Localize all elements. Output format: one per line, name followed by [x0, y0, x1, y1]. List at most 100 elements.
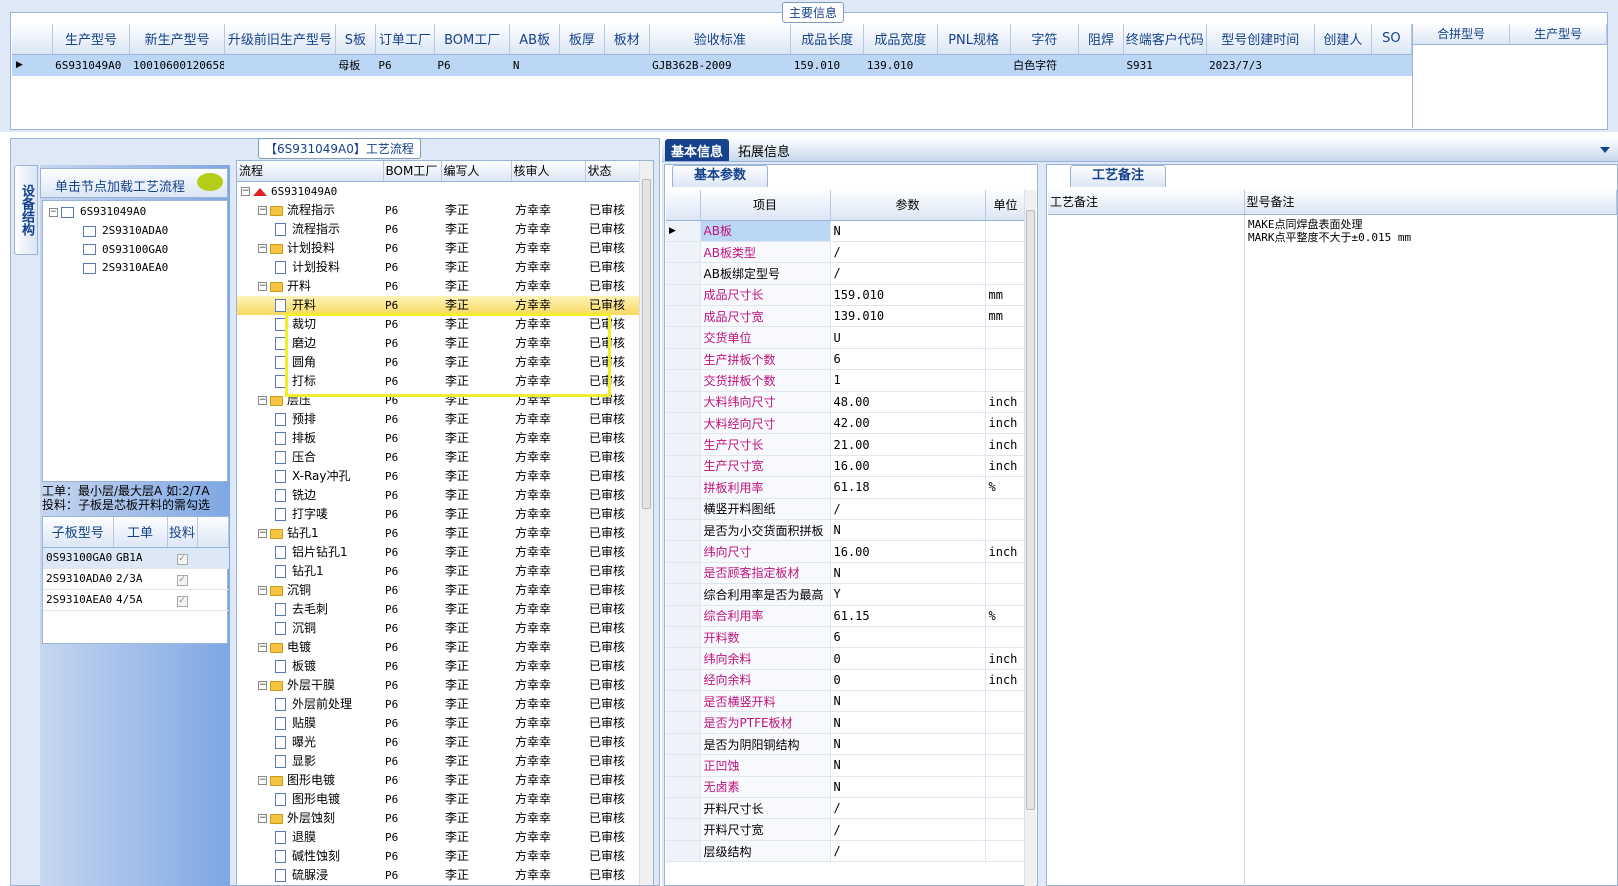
process-step-row[interactable]: 预排 P6 李正 方幸幸 已审核 [237, 410, 641, 429]
param-row[interactable]: 纬向余料 0 inch [666, 647, 1027, 670]
param-row[interactable]: 大料纬向尺寸 48.00 inch [666, 391, 1027, 414]
main-cell[interactable]: S931 [1123, 54, 1206, 76]
tree-col-header[interactable]: 状态 [585, 161, 642, 182]
main-cell[interactable] [1371, 54, 1411, 76]
main-col-header[interactable]: PNL规格 [937, 24, 1011, 55]
process-step-row[interactable]: 打字唛 P6 李正 方幸幸 已审核 [237, 505, 641, 524]
param-row[interactable]: 成品尺寸宽 139.010 mm [666, 305, 1027, 328]
feed-checkbox[interactable]: ✓ [167, 589, 197, 611]
main-cell[interactable] [604, 54, 649, 76]
sub-cell[interactable]: GB1A [113, 547, 167, 569]
process-step-row[interactable]: 板镀 P6 李正 方幸幸 已审核 [237, 657, 641, 676]
param-value[interactable]: 1 [830, 369, 986, 392]
tab-basic-info[interactable]: 基本信息 [665, 139, 730, 161]
main-col-header[interactable]: 成品长度 [790, 24, 865, 55]
param-row[interactable]: 大料经向尺寸 42.00 inch [666, 412, 1027, 435]
process-step-row[interactable]: 外层前处理 P6 李正 方幸幸 已审核 [237, 695, 641, 714]
collapse-icon[interactable]: − [258, 529, 267, 538]
sub-cell[interactable]: 2S9310ADA0 [43, 568, 113, 590]
collapse-icon[interactable]: − [258, 681, 267, 690]
param-value[interactable]: 6 [830, 348, 986, 371]
sub-cell[interactable]: 2/3A [113, 568, 167, 590]
main-cell[interactable] [224, 54, 335, 76]
param-row[interactable]: 拼板利用率 61.18% [666, 476, 1027, 499]
main-col-header[interactable]: AB板 [509, 24, 560, 55]
main-cell[interactable]: P6 [375, 54, 434, 76]
param-value[interactable]: 48.00 [830, 391, 986, 414]
param-value[interactable]: / [830, 262, 986, 285]
sub-col-header[interactable]: 子板型号 [43, 517, 114, 548]
main-col-header[interactable]: 订单工厂 [375, 24, 435, 55]
sub-board-row[interactable]: 2S9310AEA0 4/5A ✓ [43, 589, 229, 611]
param-row[interactable]: 是否为阴阳铜结构 N [666, 733, 1027, 756]
side-tab-equipment[interactable]: 设备结构 [14, 165, 38, 255]
equipment-tree-node[interactable]: 2S9310ADA0 [83, 222, 168, 240]
param-row[interactable]: 正凹蚀 N [666, 754, 1027, 777]
process-step-row[interactable]: 铣边 P6 李正 方幸幸 已审核 [237, 486, 641, 505]
param-value[interactable]: 61.15 [830, 605, 986, 627]
param-value[interactable]: / [830, 797, 986, 820]
process-group-row[interactable]: − 开料 P6 李正 方幸幸 已审核 [237, 277, 641, 296]
param-col-header[interactable]: 单位 [985, 190, 1027, 221]
process-step-row[interactable]: 钻孔1 P6 李正 方幸幸 已审核 [237, 562, 641, 581]
param-row[interactable]: 层级结构 / [666, 840, 1027, 863]
dropdown-arrow-icon[interactable] [1600, 147, 1610, 153]
sub-cell[interactable]: 2S9310AEA0 [43, 589, 113, 611]
param-value[interactable]: Y [830, 583, 986, 606]
param-value[interactable]: 42.00 [830, 412, 986, 435]
process-step-row[interactable]: 碱性蚀刻 P6 李正 方幸幸 已审核 [237, 847, 641, 866]
main-cell[interactable] [937, 54, 1010, 76]
param-row[interactable]: 综合利用率是否为最高 Y [666, 583, 1027, 606]
param-value[interactable]: N [830, 733, 986, 756]
param-row[interactable]: 横竖开料图纸 / [666, 498, 1027, 520]
tab-extended-info[interactable]: 拓展信息 [738, 141, 790, 160]
param-row[interactable]: 是否为PTFE板材 N [666, 711, 1027, 734]
sub-cell[interactable]: 4/5A [113, 589, 167, 611]
remark-col-header[interactable]: 工艺备注 [1048, 190, 1245, 215]
main-col-header[interactable]: 板厚 [559, 24, 605, 55]
main-col-header[interactable]: 生产型号 [52, 24, 131, 55]
param-row[interactable]: 开料尺寸宽 / [666, 818, 1027, 841]
param-value[interactable]: N [830, 220, 986, 242]
main-cell[interactable]: 6S931049A0 [52, 54, 130, 76]
param-row[interactable]: 交货拼板个数 1 [666, 369, 1027, 392]
param-col-header[interactable]: 项目 [700, 190, 831, 221]
main-cell[interactable]: 2023/7/3 [1206, 54, 1315, 76]
tree-col-header[interactable]: 流程 [237, 161, 384, 182]
collapse-icon[interactable]: − [258, 206, 267, 215]
param-row[interactable]: 生产尺寸长 21.00 inch [666, 433, 1027, 456]
process-step-row[interactable]: 图形电镀 P6 李正 方幸幸 已审核 [237, 790, 641, 809]
process-step-row[interactable]: − 6S931049A0 [237, 182, 641, 201]
process-step-row[interactable]: 排板 P6 李正 方幸幸 已审核 [237, 429, 641, 448]
param-row[interactable]: 开料尺寸长 / [666, 797, 1027, 820]
collapse-icon[interactable]: − [49, 207, 58, 217]
process-group-row[interactable]: − 图形电镀 P6 李正 方幸幸 已审核 [237, 771, 641, 790]
sub-board-row[interactable]: 0S93100GA0 GB1A ✓ [43, 547, 229, 569]
param-row[interactable]: AB板绑定型号 / [666, 262, 1027, 285]
param-value[interactable]: N [830, 562, 986, 585]
tree-vscroll[interactable] [639, 161, 653, 885]
collapse-icon[interactable]: − [258, 396, 267, 405]
param-value[interactable]: 0 [830, 669, 986, 692]
feed-checkbox[interactable]: ✓ [167, 568, 197, 590]
process-step-row[interactable]: 铝片钻孔1 P6 李正 方幸幸 已审核 [237, 543, 641, 562]
param-value[interactable]: 21.00 [830, 433, 986, 456]
param-value[interactable]: 159.010 [830, 284, 986, 307]
subtab-process-remark[interactable]: 工艺备注 [1070, 165, 1166, 187]
param-value[interactable]: 16.00 [830, 455, 986, 478]
param-row[interactable]: 生产尺寸宽 16.00 inch [666, 455, 1027, 478]
process-step-row[interactable]: 硫脲浸 P6 李正 方幸幸 已审核 [237, 866, 641, 885]
main-cell[interactable]: 白色字符 [1010, 54, 1078, 76]
tree-col-header[interactable]: 编写人 [441, 161, 512, 182]
main-col-header[interactable]: S板 [335, 24, 376, 55]
param-value[interactable]: U [830, 326, 986, 349]
param-row[interactable]: 成品尺寸长 159.010 mm [666, 284, 1027, 307]
sub-col-header[interactable]: 投料 [167, 517, 198, 548]
process-group-row[interactable]: − 计划投料 P6 李正 方幸幸 已审核 [237, 239, 641, 258]
equipment-tree-node[interactable]: 2S9310AEA0 [83, 259, 168, 277]
tree-col-header[interactable]: 核审人 [511, 161, 586, 182]
sub-col-header[interactable]: 工单 [113, 517, 168, 548]
param-value[interactable]: N [830, 690, 986, 713]
main-col-header[interactable]: 型号创建时间 [1206, 24, 1316, 55]
process-group-row[interactable]: − 沉铜 P6 李正 方幸幸 已审核 [237, 581, 641, 600]
